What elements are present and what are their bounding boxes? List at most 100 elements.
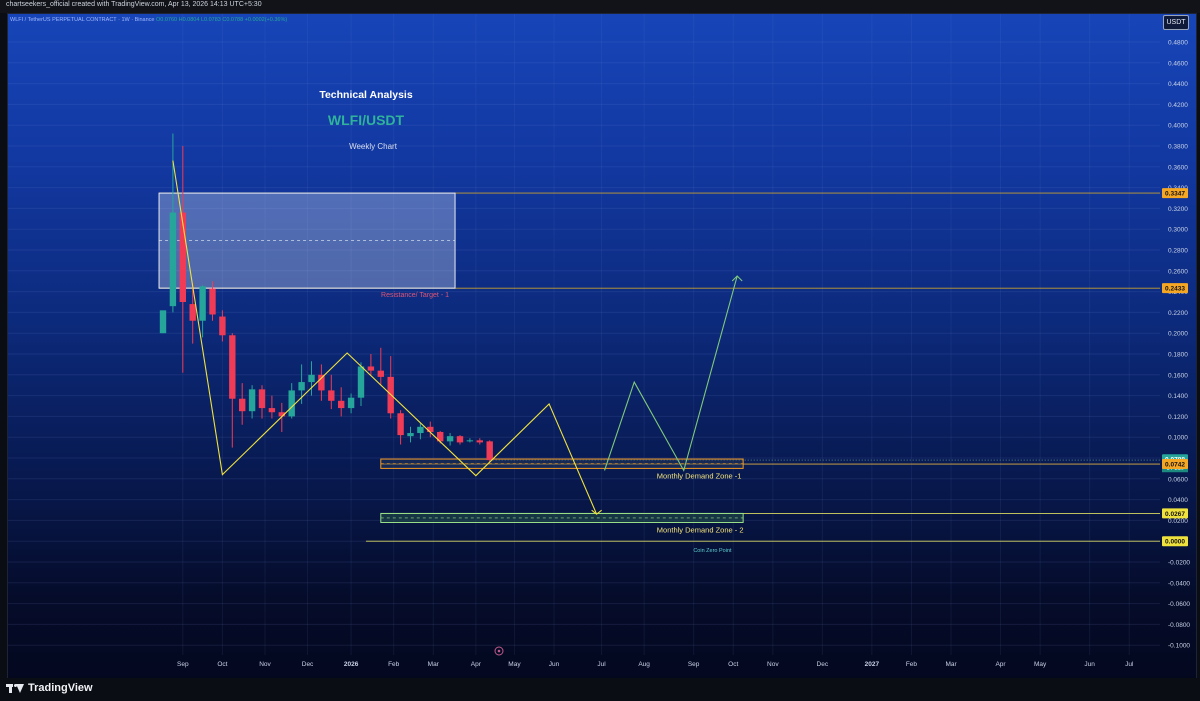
candle [446, 433, 454, 446]
zone-label: Monthly Demand Zone -1 [657, 471, 742, 480]
x-tick-label: May [1034, 661, 1047, 668]
candle-body [268, 408, 276, 413]
candle [456, 435, 464, 445]
candle-body [456, 436, 464, 443]
candle [189, 283, 196, 344]
tradingview-logo-icon [6, 682, 24, 694]
projection-line [604, 275, 738, 472]
price-tags: 0.33470.24330.078804 16h0.07420.02670.00… [1162, 188, 1188, 547]
replay-icon-dot [497, 649, 501, 653]
y-tick-label: 0.1800 [1168, 352, 1188, 359]
zone-label: Monthly Demand Zone - 2 [657, 525, 744, 534]
x-tick-label: May [508, 661, 521, 668]
y-tick-label: 0.3600 [1168, 164, 1188, 171]
candle [248, 385, 256, 419]
y-tick-label: 0.0200 [1168, 518, 1188, 525]
x-tick-label: Sep [177, 661, 189, 668]
x-tick-label: Dec [302, 661, 314, 668]
price-tag-label: 0.0267 [1165, 511, 1185, 518]
candle [219, 310, 226, 342]
footer-bar: TradingView [0, 678, 1200, 701]
candle [179, 146, 186, 373]
candle [288, 383, 295, 419]
candle [476, 438, 483, 445]
candle-body [258, 389, 266, 409]
y-tick-label: 0.4200 [1168, 102, 1188, 109]
x-tick-label: Feb [906, 661, 918, 668]
candle-body [248, 389, 256, 412]
candle-body [239, 398, 246, 412]
x-tick-label: Nov [767, 661, 779, 668]
candle [328, 374, 335, 410]
x-tick-label: Sep [688, 661, 700, 668]
candle [486, 440, 493, 463]
y-tick-label: 0.1600 [1168, 372, 1188, 379]
x-tick-label: Oct [728, 661, 738, 668]
candle [397, 410, 404, 445]
candle [407, 426, 414, 443]
candle-body [169, 212, 177, 307]
tradingview-logo[interactable]: TradingView [6, 682, 93, 694]
candle-body [347, 397, 355, 409]
candle-body [159, 310, 167, 334]
y-tick-label: 0.2000 [1168, 331, 1188, 338]
x-tick-label: Jul [597, 661, 606, 668]
candle-body [288, 390, 295, 417]
x-tick-label: Mar [945, 661, 957, 668]
title-block: Technical Analysis WLFI/USDT Weekly Chart [319, 89, 413, 151]
candle-body [219, 316, 226, 336]
x-tick-label: 2027 [865, 661, 880, 668]
price-tag: 0.3347 [1162, 188, 1188, 199]
x-tick-label: 2026 [344, 661, 359, 668]
y-tick-label: 0.2600 [1168, 268, 1188, 275]
tradingview-brand: TradingView [28, 682, 93, 694]
y-tick-label: 0.2200 [1168, 310, 1188, 317]
annotation-label: Coin Zero Point [693, 548, 732, 554]
y-tick-label: 0.1000 [1168, 435, 1188, 442]
x-tick-label: Apr [471, 661, 482, 668]
candle-body [298, 382, 305, 391]
chart-title: Technical Analysis [319, 89, 413, 101]
x-axis: Sep Oct Nov Dec 2026 Feb Mar Apr May Jun Jul Aug Sep… [177, 661, 1134, 668]
price-tag-label: 0.0742 [1165, 462, 1185, 469]
x-tick-label: Aug [638, 661, 650, 668]
candle-body [466, 440, 474, 442]
y-tick-label: 0.4600 [1168, 60, 1188, 67]
candle [377, 347, 384, 386]
candle-body [417, 426, 424, 434]
x-tick-label: Jun [549, 661, 560, 668]
candle-body [486, 441, 493, 461]
x-tick-label: Jun [1084, 661, 1095, 668]
y-tick-label: -0.0800 [1168, 622, 1190, 629]
price-tag: 0.0000 [1162, 536, 1188, 547]
candle-body [476, 440, 483, 443]
candle [268, 395, 276, 419]
candle-body [367, 366, 375, 371]
y-tick-label: 0.4000 [1168, 123, 1188, 130]
y-tick-label: 0.1200 [1168, 414, 1188, 421]
candle-body [357, 366, 365, 398]
x-tick-label: Mar [428, 661, 440, 668]
y-tick-label: 0.2800 [1168, 248, 1188, 255]
price-tag-label: 0.3347 [1165, 191, 1185, 198]
y-tick-label: 0.3200 [1168, 206, 1188, 213]
chart-caption: Weekly Chart [349, 142, 398, 151]
candle-body [338, 400, 345, 409]
candle [239, 383, 246, 425]
candle [466, 438, 474, 443]
y-tick-label: -0.0600 [1168, 601, 1190, 608]
price-tag: 0.0267 [1162, 508, 1188, 519]
y-tick-label: 0.0400 [1168, 497, 1188, 504]
y-tick-label: 0.4400 [1168, 81, 1188, 88]
candle-body [199, 286, 206, 321]
candle [347, 393, 355, 414]
price-tag: 0.2433 [1162, 283, 1188, 294]
price-tag-label: 0.0000 [1165, 539, 1185, 546]
candle-body [308, 374, 315, 383]
zone-label: Resistance/ Target - 1 [381, 292, 449, 299]
chart-canvas[interactable]: 0.4800 0.4600 0.4400 0.4200 0.4000 0.3800 0.36… [0, 0, 1200, 701]
candle [159, 310, 167, 334]
candle-body [318, 374, 325, 391]
candle-body [209, 288, 216, 315]
zones: Resistance/ Target - 1 Monthly Demand Zon… [158, 192, 744, 534]
